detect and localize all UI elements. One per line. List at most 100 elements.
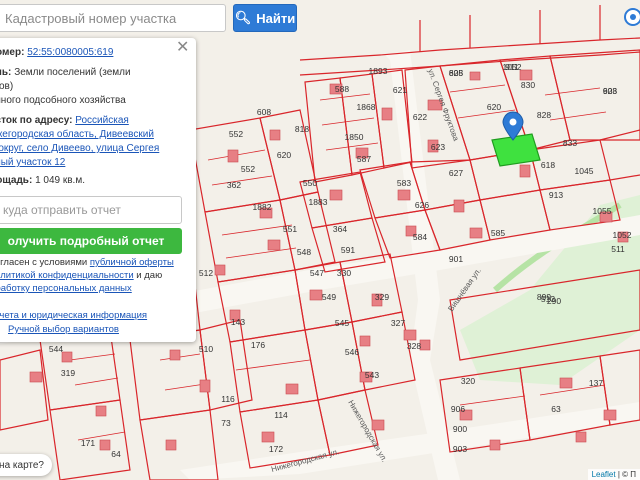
parcel-label: 622 <box>413 112 427 122</box>
address-row-2: ижегородская область, Дивеевский <box>0 128 180 142</box>
address-link-1[interactable]: Российская <box>75 115 129 126</box>
category-row-2: ктов) <box>0 80 180 94</box>
parcel-label: 549 <box>322 292 336 302</box>
parcel-label: 328 <box>407 341 421 351</box>
parcel-label: 552 <box>241 164 255 174</box>
parcel-label: 828 <box>537 110 551 120</box>
parcel-label: 172 <box>269 444 283 454</box>
parcel-label: 608 <box>449 68 463 78</box>
address-row: асток по адресу: Российская <box>0 114 180 128</box>
parcel-label: 511 <box>611 244 625 254</box>
parcel-label: 903 <box>453 444 467 454</box>
category-value-2: ктов) <box>0 81 14 92</box>
legal-info-link[interactable]: отчета и юридическая информация <box>0 310 147 321</box>
category-row: ель: Земли поселений (земли <box>0 66 180 80</box>
selected-parcel[interactable] <box>491 133 541 167</box>
address-label: асток по адресу: <box>0 115 73 126</box>
legal-info-row: отчета и юридическая информация <box>0 310 147 321</box>
parcel-label: 833 <box>563 138 577 148</box>
parcel-label: 320 <box>461 376 475 386</box>
parcel-label: 587 <box>357 154 371 164</box>
consent-text: согласен с условиями публичной оферты по… <box>0 256 182 295</box>
parcel-label: 543 <box>365 370 379 380</box>
parcel-info-panel: ✕ номер: 52:55:0080005:619 ель: Земли по… <box>0 38 196 342</box>
search-button[interactable]: 🔍︎ Найти <box>233 4 297 32</box>
parcel-label: 64 <box>111 449 121 459</box>
parcel-label: 1868 <box>357 102 376 112</box>
parcel-label: 1850 <box>345 132 364 142</box>
consent-suffix: и даю <box>133 270 163 281</box>
parcel-label: 550 <box>303 178 317 188</box>
category-label: ель: <box>0 67 12 78</box>
parcel-label: 545 <box>335 318 349 328</box>
parcel-label: 1893 <box>369 66 388 76</box>
parcel-label: 901 <box>449 254 463 264</box>
parcel-label: 364 <box>333 224 347 234</box>
get-report-button[interactable]: олучить подробный отчет <box>0 228 182 254</box>
parcel-label: 1045 <box>575 166 594 176</box>
parcel-label: 143 <box>231 317 245 327</box>
parcel-label: 114 <box>274 410 288 420</box>
parcel-label: 176 <box>251 340 265 350</box>
where-on-map-button[interactable]: на карте? <box>0 454 52 476</box>
parcel-label: 551 <box>283 224 297 234</box>
parcel-label: 627 <box>449 168 463 178</box>
parcel-label: 818 <box>295 124 309 134</box>
parcel-label: 913 <box>549 190 563 200</box>
parcel-label: 620 <box>487 102 501 112</box>
offer-link[interactable]: публичной оферты <box>90 257 174 268</box>
parcel-label: 547 <box>310 268 324 278</box>
address-row-4: ьный участок 12 <box>0 156 180 170</box>
address-link-4[interactable]: ьный участок 12 <box>0 157 65 168</box>
where-on-map-label: на карте? <box>0 459 44 471</box>
parcel-label: 171 <box>81 438 95 448</box>
get-report-label: олучить подробный отчет <box>7 234 165 248</box>
parcel-label: 137 <box>589 378 603 388</box>
personal-data-link[interactable]: бработку персональных данных <box>0 283 132 294</box>
parcel-label: 552 <box>229 129 243 139</box>
parcel-label: 327 <box>391 318 405 328</box>
parcel-label: 73 <box>221 418 231 428</box>
cadastral-number-row: номер: 52:55:0080005:619 <box>0 46 180 60</box>
parcel-label: 583 <box>397 178 411 188</box>
leaflet-link[interactable]: Leaflet <box>592 470 616 479</box>
layer-radio-icon[interactable] <box>624 8 640 26</box>
parcel-label: 591 <box>341 245 355 255</box>
parcel-label: 830 <box>521 80 535 90</box>
parcel-label: 116 <box>221 394 235 404</box>
parcel-label: 63 <box>551 404 561 414</box>
cadastral-number-label: номер: <box>0 47 25 58</box>
parcel-label: 608 <box>603 86 617 96</box>
use-row: ичного подсобного хозяйства <box>0 94 180 108</box>
address-row-3: й округ, село Дивеево, улица Сергея <box>0 142 180 156</box>
parcel-label: 329 <box>375 292 389 302</box>
attribution-text: | © П <box>615 470 636 479</box>
parcel-label: 362 <box>227 180 241 190</box>
parcel-label: 906 <box>451 404 465 414</box>
area-row: лощадь: 1 049 кв.м. <box>0 174 180 188</box>
parcel-label: 1052 <box>613 230 632 240</box>
area-label: лощадь: <box>0 175 33 186</box>
parcel-label: 510 <box>199 344 213 354</box>
use-value: ичного подсобного хозяйства <box>0 95 126 106</box>
address-link-2[interactable]: ижегородская область, Дивеевский <box>0 129 154 140</box>
category-value: Земли поселений (земли <box>14 67 131 78</box>
parcel-label: 319 <box>61 368 75 378</box>
parcel-label: 608 <box>257 107 271 117</box>
parcel-label: 330 <box>337 268 351 278</box>
consent-prefix: согласен с условиями <box>0 257 88 268</box>
manual-selection-link[interactable]: Ручной выбор вариантов <box>8 324 119 335</box>
privacy-policy-link[interactable]: политикой конфиденциальности <box>0 270 134 281</box>
email-field[interactable] <box>0 196 182 224</box>
parcel-label: 512 <box>199 268 213 278</box>
parcel-label: 585 <box>491 228 505 238</box>
map-attribution: Leaflet | © П <box>587 469 640 480</box>
search-icon: 🔍︎ <box>234 10 252 25</box>
cadastral-number-link[interactable]: 52:55:0080005:619 <box>27 47 113 58</box>
parcel-label: 620 <box>277 150 291 160</box>
address-link-3[interactable]: й округ, село Дивеево, улица Сергея <box>0 143 159 154</box>
parcel-label: 544 <box>49 344 63 354</box>
parcel-label: 548 <box>297 247 311 257</box>
parcel-label: 1055 <box>593 206 612 216</box>
cadastral-number-input[interactable] <box>0 4 226 32</box>
